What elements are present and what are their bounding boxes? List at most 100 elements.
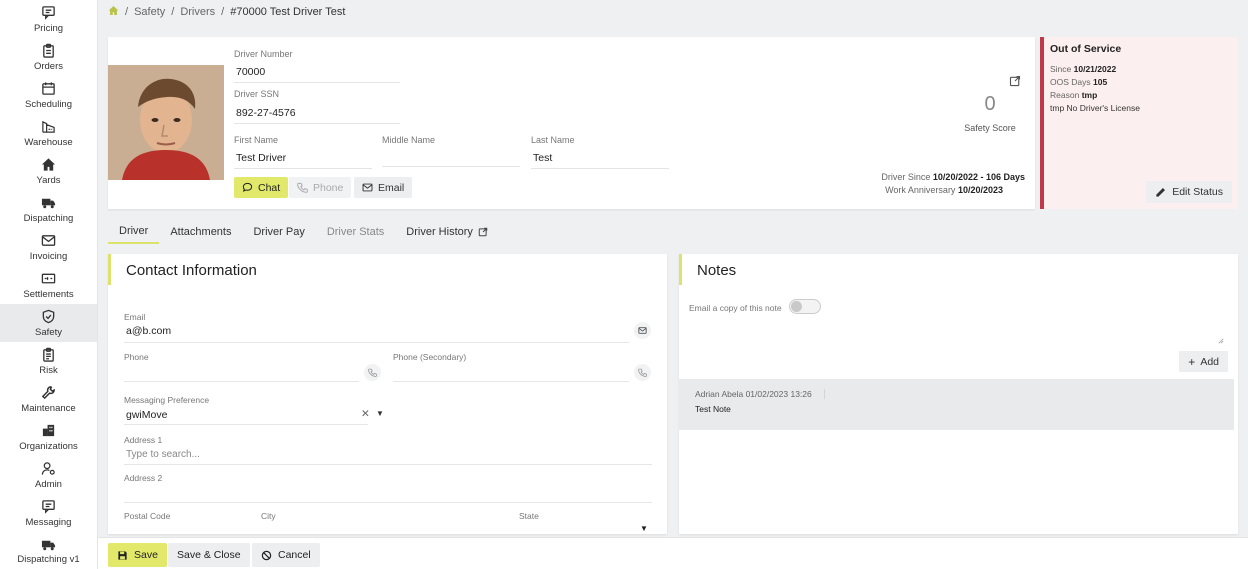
envelope-icon — [362, 183, 373, 192]
phone-icon — [638, 368, 647, 377]
sidebar-item-yards[interactable]: Yards — [0, 152, 97, 190]
sidebar-item-label: Pricing — [33, 22, 64, 34]
email-button[interactable]: Email — [354, 177, 413, 198]
address2-field[interactable] — [124, 502, 652, 503]
email-field[interactable]: a@b.com — [126, 325, 171, 337]
sidebar-item-invoicing[interactable]: Invoicing — [0, 228, 97, 266]
middle-name-field[interactable] — [382, 149, 520, 167]
messaging-underline — [124, 424, 368, 425]
sidebar-item-label: Organizations — [19, 440, 78, 452]
sidebar-item-label: Admin — [35, 478, 62, 490]
user-gear-icon — [41, 461, 57, 477]
breadcrumb-separator: / — [171, 6, 175, 18]
phone-icon — [368, 368, 377, 377]
external-link-icon[interactable] — [1009, 75, 1021, 87]
state-label: State — [519, 511, 539, 521]
sidebar-item-risk[interactable]: Risk — [0, 342, 97, 380]
tab-driver-stats[interactable]: Driver Stats — [316, 220, 395, 244]
address1-input[interactable]: Type to search... — [126, 449, 200, 460]
sidebar-item-orders[interactable]: Orders — [0, 38, 97, 76]
note-text: Test Note — [695, 404, 731, 414]
cancel-button[interactable]: Cancel — [252, 543, 320, 567]
phone-secondary-call-icon[interactable] — [634, 364, 651, 381]
notes-panel: Notes Email a copy of this note + Add Ad… — [679, 254, 1238, 534]
contact-information-panel: Contact Information Email a@b.com Phone … — [108, 254, 667, 534]
driver-header-card: Driver Number 70000 Driver SSN 892-27-45… — [108, 37, 1035, 209]
clipboard-icon — [41, 43, 57, 59]
phone-button[interactable]: Phone — [289, 177, 352, 198]
tab-attachments-label: Attachments — [170, 225, 232, 238]
address2-label: Address 2 — [124, 473, 163, 483]
driver-since-value: 10/20/2022 - 106 Days — [932, 172, 1025, 182]
note-meta: Adrian Abela 01/02/2023 13:26 — [695, 389, 825, 399]
breadcrumb-safety[interactable]: Safety — [134, 6, 165, 18]
sidebar-item-settlements[interactable]: Settlements — [0, 266, 97, 304]
state-chevron-down-icon[interactable]: ▼ — [640, 524, 648, 533]
tab-driver-label: Driver — [119, 224, 149, 237]
add-note-button[interactable]: + Add — [1179, 351, 1228, 372]
sidebar-item-dispatching[interactable]: Dispatching — [0, 190, 97, 228]
home-icon[interactable] — [108, 5, 119, 19]
work-anniversary-value: 10/20/2023 — [957, 185, 1003, 195]
sidebar-item-label: Dispatching — [23, 212, 74, 224]
breadcrumb: / Safety / Drivers / #70000 Test Driver … — [108, 0, 345, 24]
chevron-down-icon[interactable]: ▼ — [376, 409, 384, 418]
message-icon — [41, 499, 57, 515]
tab-driver-pay[interactable]: Driver Pay — [242, 220, 315, 244]
pencil-icon — [1156, 187, 1166, 197]
oos-since: Since 10/21/2022 — [1050, 64, 1116, 74]
phone-secondary-field[interactable] — [393, 381, 629, 382]
save-button[interactable]: Save — [108, 543, 167, 567]
sidebar-item-label: Orders — [33, 60, 64, 72]
safety-score-label: Safety Score — [964, 123, 1016, 133]
driver-number-field[interactable]: 70000 — [234, 63, 400, 83]
sidebar-item-pricing[interactable]: Pricing — [0, 0, 97, 38]
tab-attachments[interactable]: Attachments — [159, 220, 242, 244]
wrench-icon — [41, 385, 57, 401]
first-name-field[interactable]: Test Driver — [234, 149, 372, 169]
sidebar-item-label: Safety — [35, 326, 62, 338]
clear-selection-icon[interactable]: ✕ — [361, 408, 370, 420]
phone-field[interactable] — [124, 381, 359, 382]
calendar-icon — [41, 81, 57, 97]
email-action-icon[interactable] — [634, 322, 651, 339]
sidebar-item-organizations[interactable]: Organizations — [0, 418, 97, 456]
tab-driver-history[interactable]: Driver History — [395, 220, 499, 244]
oos-reason-value: tmp — [1081, 90, 1098, 100]
sidebar-item-dispatching-v1[interactable]: Dispatching v1 — [0, 532, 97, 569]
add-note-label: Add — [1200, 355, 1219, 368]
sidebar-item-messaging[interactable]: Messaging — [0, 494, 97, 532]
sidebar-item-scheduling[interactable]: Scheduling — [0, 76, 97, 114]
note-textarea[interactable] — [689, 320, 1224, 344]
phone-button-label: Phone — [313, 181, 344, 194]
work-anniversary-label: Work Anniversary — [885, 185, 956, 195]
oos-reason-label: Reason — [1050, 90, 1080, 100]
note-entry[interactable]: Adrian Abela 01/02/2023 13:26 Test Note — [679, 379, 1234, 430]
driver-photo[interactable] — [108, 65, 224, 180]
address1-underline — [124, 464, 652, 465]
out-of-service-card: Out of Service Since 10/21/2022 OOS Days… — [1040, 37, 1238, 209]
email-copy-toggle[interactable] — [789, 299, 821, 314]
edit-status-button[interactable]: Edit Status — [1146, 181, 1232, 203]
floppy-disk-icon — [118, 550, 127, 560]
save-close-button[interactable]: Save & Close — [168, 543, 250, 567]
email-underline — [124, 342, 629, 343]
tab-driver-stats-label: Driver Stats — [326, 225, 385, 238]
sidebar-item-warehouse[interactable]: Warehouse — [0, 114, 97, 152]
phone-label: Phone — [124, 352, 149, 362]
notes-title: Notes — [697, 262, 737, 279]
breadcrumb-drivers[interactable]: Drivers — [180, 6, 215, 18]
last-name-field[interactable]: Test — [531, 149, 669, 169]
chat-button-label: Chat — [258, 181, 281, 194]
driver-ssn-field[interactable]: 892-27-4576 — [234, 104, 400, 124]
postal-code-label: Postal Code — [124, 511, 171, 521]
chat-button[interactable]: Chat — [234, 177, 289, 198]
chat-icon — [41, 5, 57, 21]
messaging-preference-select[interactable]: gwiMove — [126, 409, 167, 421]
tab-driver[interactable]: Driver — [108, 220, 160, 244]
breadcrumb-separator: / — [125, 6, 129, 18]
sidebar-item-maintenance[interactable]: Maintenance — [0, 380, 97, 418]
phone-call-icon[interactable] — [364, 364, 381, 381]
sidebar-item-safety[interactable]: Safety — [0, 304, 97, 342]
sidebar-item-admin[interactable]: Admin — [0, 456, 97, 494]
